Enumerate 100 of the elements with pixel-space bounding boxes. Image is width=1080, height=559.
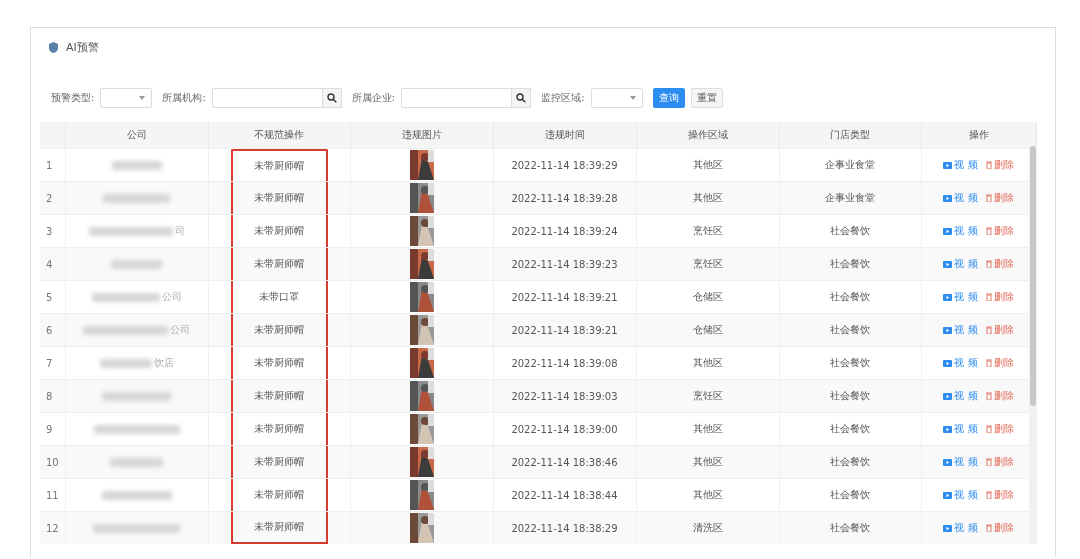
table-cell: 仓储区: [636, 313, 779, 347]
company-name: 司: [174, 224, 185, 238]
blurred-text: [111, 259, 162, 269]
company-name: 公司: [170, 323, 190, 337]
delete-link[interactable]: 删除: [985, 322, 1014, 337]
table-cell: 未带厨师帽: [230, 446, 328, 478]
trash-icon: [985, 226, 992, 235]
delete-link[interactable]: 删除: [985, 355, 1014, 370]
table-cell: 企事业食堂: [779, 181, 921, 215]
table-cell: 社会餐饮: [779, 379, 921, 413]
blurred-text: [111, 160, 162, 170]
search-field[interactable]: [211, 88, 322, 108]
search-button[interactable]: [321, 88, 342, 108]
video-icon: [943, 425, 953, 433]
table-cell: 2022-11-14 18:39:03: [493, 379, 636, 413]
column-header: 操作: [921, 122, 1036, 149]
blurred-text: [101, 490, 172, 500]
search-button[interactable]: [511, 88, 532, 108]
delete-link[interactable]: 删除: [985, 388, 1014, 403]
table-cell: 2022-11-14 18:38:46: [493, 445, 636, 479]
trash-icon: [985, 259, 992, 268]
company-name: 公司: [161, 290, 182, 304]
video-link[interactable]: 视 频: [943, 488, 978, 503]
video-link[interactable]: 视 频: [943, 158, 978, 173]
trash-icon: [985, 391, 992, 400]
delete-link[interactable]: 删除: [985, 157, 1014, 172]
search-icon: [326, 93, 337, 103]
table-cell: 2022-11-14 18:39:28: [493, 181, 636, 215]
column-header: 不规范操作: [208, 122, 350, 149]
video-icon: [943, 194, 953, 202]
delete-link[interactable]: 删除: [985, 454, 1014, 469]
trash-icon: [985, 490, 992, 499]
row-number: 10: [40, 445, 65, 479]
table-cell: 社会餐饮: [779, 445, 921, 479]
video-link[interactable]: 视 频: [943, 422, 978, 437]
column-header: 门店类型: [779, 122, 921, 149]
row-number: 6: [40, 313, 65, 347]
row-number: 2: [40, 181, 65, 215]
table-cell: 未带厨师帽: [230, 182, 328, 214]
table-cell: 社会餐饮: [779, 313, 921, 347]
column-header: 公司: [65, 122, 208, 149]
trash-icon: [985, 160, 992, 169]
company-name: 饮店: [153, 356, 174, 370]
row-number: 4: [40, 247, 65, 281]
filter-label: 所属机构:: [162, 91, 206, 105]
video-icon: [943, 326, 953, 334]
video-link[interactable]: 视 频: [943, 224, 978, 239]
table-cell: 2022-11-14 18:39:23: [493, 247, 636, 281]
video-link[interactable]: 视 频: [943, 323, 978, 338]
table-cell: 未带厨师帽: [230, 314, 328, 346]
video-link[interactable]: 视 频: [943, 257, 978, 272]
search-icon: [516, 93, 527, 103]
row-number: 12: [40, 511, 65, 544]
video-icon: [943, 392, 953, 400]
video-link[interactable]: 视 频: [943, 356, 978, 371]
delete-link[interactable]: 删除: [985, 256, 1014, 271]
video-icon: [943, 491, 953, 499]
video-link[interactable]: 视 频: [943, 290, 978, 305]
video-icon: [943, 359, 953, 367]
table-cell: 其他区: [636, 181, 779, 215]
shield-icon: [49, 41, 58, 53]
delete-link[interactable]: 删除: [985, 223, 1014, 238]
delete-link[interactable]: 删除: [985, 421, 1014, 436]
video-icon: [943, 161, 953, 169]
blurred-text: [110, 457, 163, 467]
table-cell: 未带厨师帽: [230, 248, 328, 280]
video-link[interactable]: 视 频: [943, 455, 978, 470]
delete-link[interactable]: 删除: [985, 190, 1014, 205]
video-link[interactable]: 视 频: [943, 389, 978, 404]
table-cell: 其他区: [636, 445, 779, 479]
trash-icon: [985, 292, 992, 301]
filter-label: 所属企业:: [351, 91, 396, 105]
filter-label: 监控区域:: [541, 91, 585, 105]
reset-button[interactable]: 重置: [690, 88, 723, 108]
trash-icon: [985, 457, 992, 466]
video-link[interactable]: 视 频: [943, 191, 978, 206]
column-header: 违规图片: [350, 122, 493, 149]
column-header: 操作区域: [636, 122, 779, 149]
row-number: 8: [40, 379, 65, 413]
caret-icon: [629, 96, 636, 100]
delete-link[interactable]: 删除: [985, 289, 1014, 304]
column-header: 违规时间: [493, 122, 636, 149]
delete-link[interactable]: 删除: [985, 520, 1014, 535]
table-cell: 2022-11-14 18:39:21: [493, 313, 636, 347]
trash-icon: [985, 424, 992, 433]
query-button[interactable]: 查询: [652, 88, 685, 108]
scrollbar[interactable]: [1029, 146, 1037, 544]
delete-link[interactable]: 删除: [985, 487, 1014, 502]
blurred-text: [91, 292, 160, 302]
table-cell: 烹饪区: [636, 247, 779, 281]
table-cell: 未带厨师帽: [230, 512, 328, 544]
video-icon: [943, 458, 953, 466]
video-link[interactable]: 视 频: [943, 521, 978, 536]
trash-icon: [985, 325, 992, 334]
trash-icon: [985, 523, 992, 532]
blurred-text: [103, 193, 170, 203]
video-icon: [943, 227, 953, 235]
search-field[interactable]: [401, 88, 512, 108]
video-icon: [943, 524, 953, 532]
table-cell: 社会餐饮: [779, 511, 921, 544]
